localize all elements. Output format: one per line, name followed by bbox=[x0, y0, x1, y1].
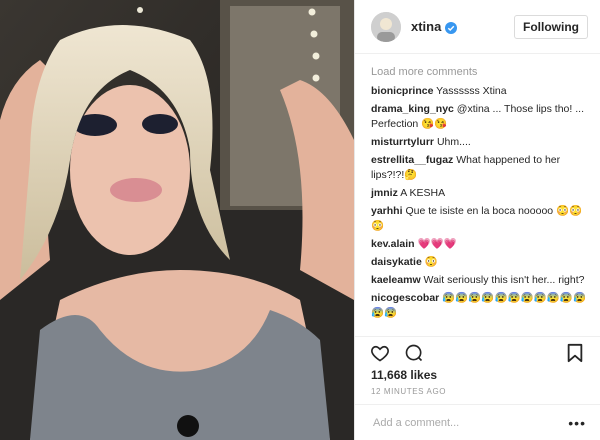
comment-text: 💗💗💗 bbox=[417, 238, 457, 250]
comment-item: jmniz A KESHA bbox=[371, 186, 586, 201]
comment-user[interactable]: kaeleamw bbox=[371, 274, 421, 286]
bookmark-icon[interactable] bbox=[564, 342, 586, 364]
post-actions bbox=[355, 336, 600, 368]
comment-user[interactable]: nicogescobar bbox=[371, 292, 439, 304]
photo-image bbox=[0, 0, 354, 440]
load-more-comments-link[interactable]: Load more comments bbox=[371, 66, 586, 78]
comment-item: drama_king_nyc @xtina ... Those lips tho… bbox=[371, 102, 586, 132]
comments-list: Load more comments bionicprince Yassssss… bbox=[355, 54, 600, 336]
comment-user[interactable]: kev.alain bbox=[371, 238, 415, 250]
comment-item: daisykatie 😳 bbox=[371, 255, 586, 270]
username[interactable]: xtina bbox=[411, 19, 441, 34]
comment-icon[interactable] bbox=[403, 342, 425, 364]
comment-item: kev.alain 💗💗💗 bbox=[371, 237, 586, 252]
comment-user[interactable]: jmniz bbox=[371, 187, 398, 199]
comment-user[interactable]: daisykatie bbox=[371, 256, 422, 268]
comment-text: Yassssss Xtina bbox=[436, 85, 507, 97]
comment-user[interactable]: bionicprince bbox=[371, 85, 433, 97]
post-sidebar: xtina Following Load more comments bioni… bbox=[354, 0, 600, 440]
comment-user[interactable]: drama_king_nyc bbox=[371, 103, 454, 115]
comment-item: misturrtylurr Uhm.... bbox=[371, 135, 586, 150]
post-header: xtina Following bbox=[355, 0, 600, 54]
comment-user[interactable]: estrellita__fugaz bbox=[371, 154, 453, 166]
add-comment-bar: ••• bbox=[355, 404, 600, 440]
comment-item: kaeleamw Wait seriously this isn't her..… bbox=[371, 273, 586, 288]
post-timestamp: 12 MINUTES AGO bbox=[371, 387, 447, 396]
comment-input[interactable] bbox=[371, 415, 569, 430]
comment-item: nicogescobar 😰😰😰😰😰😰😰😰😰😰😰😰😰 bbox=[371, 291, 586, 321]
comment-text: A KESHA bbox=[400, 187, 446, 199]
following-button[interactable]: Following bbox=[514, 14, 588, 39]
comment-item: bionicprince Yassssss Xtina bbox=[371, 84, 586, 99]
comment-item: estrellita__fugaz What happened to her l… bbox=[371, 153, 586, 183]
comment-text: Wait seriously this isn't her... right? bbox=[423, 274, 585, 286]
instagram-post: xtina Following Load more comments bioni… bbox=[0, 0, 600, 440]
likes-count[interactable]: 11,668 likes bbox=[371, 368, 437, 382]
comment-user[interactable]: misturrtylurr bbox=[371, 136, 434, 148]
heart-icon[interactable] bbox=[369, 342, 391, 364]
verified-badge-icon bbox=[445, 21, 458, 34]
comment-item: yarhhi Que te isiste en la boca nooooo 😳… bbox=[371, 204, 586, 234]
comment-text: Uhm.... bbox=[436, 136, 471, 148]
avatar[interactable] bbox=[371, 11, 401, 42]
more-options-icon[interactable]: ••• bbox=[568, 415, 586, 431]
comment-text: 😳 bbox=[424, 256, 438, 268]
comment-text: Que te isiste en la boca nooooo 😳😳😳 bbox=[371, 205, 583, 232]
comment-user[interactable]: yarhhi bbox=[371, 205, 403, 217]
post-photo[interactable] bbox=[0, 0, 354, 440]
